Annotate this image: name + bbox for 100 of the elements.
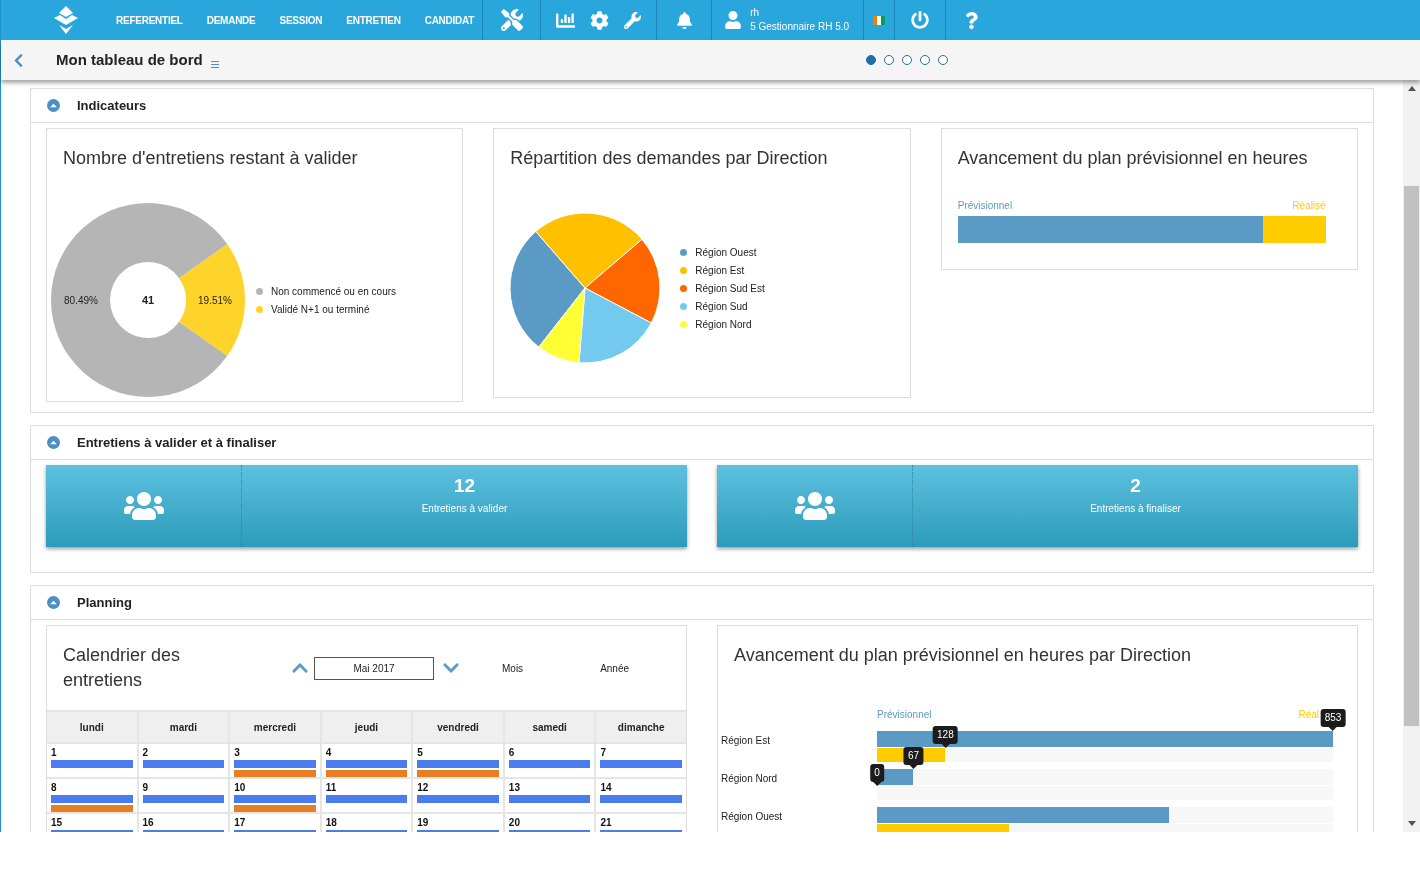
day-cell[interactable]: 4 (321, 744, 412, 777)
weekday-header: lundi (47, 712, 137, 742)
view-tab[interactable]: Mois (502, 660, 524, 676)
row-label: Région Est (721, 733, 771, 748)
event-bar[interactable] (142, 795, 225, 803)
row-label: Région Nord (721, 771, 779, 786)
tile-count: 12 (453, 474, 476, 498)
day-cell[interactable]: 16 (138, 814, 229, 832)
settings-icon[interactable] (590, 10, 610, 30)
day-number: 3 (234, 747, 241, 758)
day-cell[interactable]: 18 (321, 814, 412, 832)
scroll-down-icon[interactable] (1407, 821, 1416, 826)
legend-label: Région Nord (695, 317, 752, 332)
tile-label: Entretiens à valider (421, 502, 508, 516)
day-cell[interactable]: 11 (321, 779, 412, 812)
event-bar[interactable] (51, 804, 133, 812)
month-field[interactable]: Mai 2017 (314, 656, 434, 680)
caret-icon (50, 103, 57, 108)
day-cell[interactable]: 3 (230, 744, 320, 777)
day-cell[interactable]: 10 (230, 779, 320, 812)
scrollbar[interactable] (1403, 80, 1420, 832)
collapse-toggle[interactable] (47, 596, 60, 609)
weekday-header: jeudi (321, 712, 412, 742)
day-number: 14 (600, 782, 613, 793)
scroll-up-icon[interactable] (1407, 86, 1416, 91)
legend-label: Non commencé ou en cours (271, 284, 397, 299)
day-number: 10 (234, 782, 247, 793)
day-cell[interactable]: 5 (413, 744, 503, 777)
day-number: 8 (51, 782, 58, 793)
event-bar[interactable] (325, 795, 408, 803)
event-bar[interactable] (325, 760, 408, 768)
weekday-header: mercredi (230, 712, 320, 742)
card-title: Nombre d'entretiens restant à valider (63, 147, 359, 170)
day-number: 19 (417, 817, 430, 828)
page-title: Mon tableau de bord (56, 49, 203, 70)
caret-icon (50, 600, 57, 605)
user-role: 5 Gestionnaire RH 5.0 (750, 20, 850, 34)
day-cell[interactable]: 13 (504, 779, 595, 812)
legend-label: Réalisé (1292, 199, 1326, 213)
event-bar[interactable] (234, 769, 316, 777)
day-number: 5 (417, 747, 424, 758)
day-number: 18 (325, 817, 338, 828)
bar-chart-icon[interactable] (556, 10, 576, 30)
weekday-header: vendredi (413, 712, 503, 742)
day-number: 7 (600, 747, 607, 758)
tile-count: 2 (1130, 474, 1141, 498)
day-cell[interactable]: 20 (504, 814, 595, 832)
day-cell[interactable]: 14 (596, 779, 686, 812)
view-tab[interactable]: Année (600, 660, 630, 676)
collapse-toggle[interactable] (47, 99, 60, 112)
day-number: 4 (325, 747, 333, 758)
caret-icon (50, 440, 57, 445)
user-name: rh (750, 6, 761, 20)
card-title: Répartition des demandes par Direction (510, 147, 829, 170)
weekday-header: samedi (504, 712, 595, 742)
day-number: 2 (142, 747, 150, 758)
flag-icon[interactable] (873, 15, 886, 25)
total-count: 41 (141, 294, 155, 306)
day-cell[interactable]: 7 (596, 744, 686, 777)
day-cell[interactable]: 1 (47, 744, 137, 777)
event-bar[interactable] (508, 760, 591, 768)
event-bar[interactable] (325, 769, 408, 777)
weekday-header: dimanche (596, 712, 686, 742)
day-cell[interactable]: 6 (504, 744, 595, 777)
day-cell[interactable]: 17 (230, 814, 320, 832)
day-number: 9 (142, 782, 150, 793)
card-title: Calendrier des entretiens (63, 644, 182, 692)
wrench-icon[interactable] (624, 11, 642, 29)
day-cell[interactable]: 9 (138, 779, 229, 812)
tile-label: Entretiens à finaliser (1090, 502, 1181, 516)
day-number: 12 (417, 782, 430, 793)
day-number: 20 (508, 817, 521, 828)
day-number: 16 (142, 817, 155, 828)
event-bar[interactable] (142, 760, 225, 768)
day-cell[interactable]: 12 (413, 779, 503, 812)
day-cell[interactable]: 8 (47, 779, 137, 812)
collapse-toggle[interactable] (47, 436, 60, 449)
weekday-header: mardi (138, 712, 229, 742)
day-cell[interactable]: 15 (47, 814, 137, 832)
day-number: 15 (51, 817, 64, 828)
legend-label: Région Est (695, 263, 745, 278)
user-icon[interactable] (724, 11, 743, 29)
day-cell[interactable]: 21 (596, 814, 686, 832)
legend-label: Prévisionnel (957, 199, 1013, 213)
row-label: Région Ouest (721, 809, 784, 824)
event-bar[interactable] (417, 769, 499, 777)
event-bar[interactable] (508, 795, 591, 803)
day-cell[interactable]: 2 (138, 744, 229, 777)
day-number: 13 (508, 782, 521, 793)
day-cell[interactable]: 19 (413, 814, 503, 832)
legend-label: Région Sud Est (695, 281, 765, 296)
legend-label: Prévisionnel (877, 708, 932, 722)
scrollbar-thumb[interactable] (1404, 186, 1419, 726)
card-title: Avancement du plan prévisionnel en heures (957, 147, 1309, 170)
event-bar[interactable] (234, 804, 316, 812)
menu-icon[interactable] (210, 60, 219, 68)
section-title: Planning (77, 593, 132, 612)
day-number: 17 (234, 817, 247, 828)
section-title: Entretiens à valider et à finaliser (77, 433, 277, 452)
day-number: 1 (51, 747, 58, 758)
